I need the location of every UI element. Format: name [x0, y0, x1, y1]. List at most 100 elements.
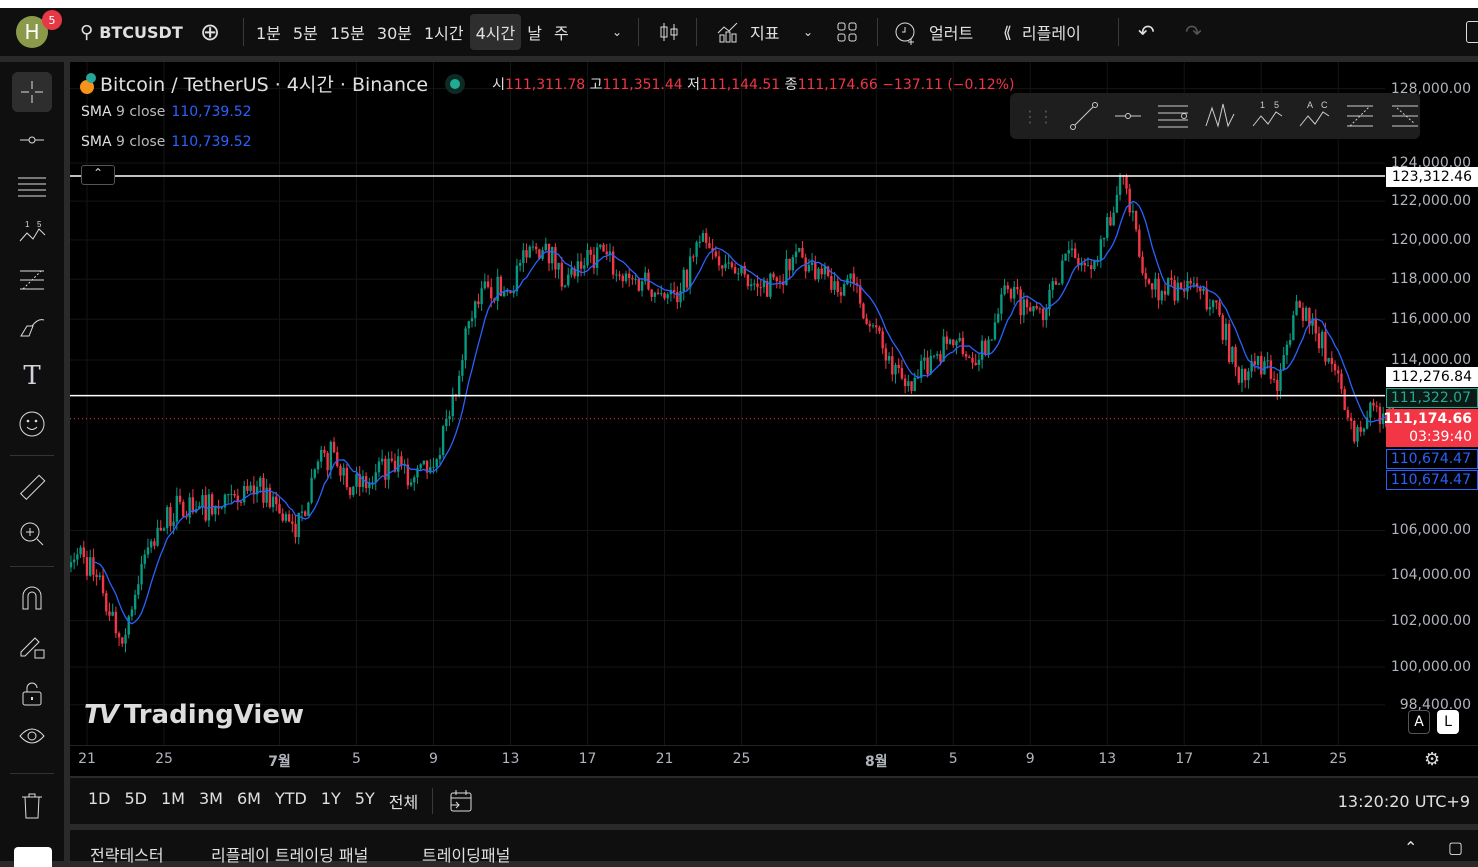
trash-icon[interactable]	[12, 786, 52, 826]
candlestick-chart[interactable]	[66, 62, 1478, 776]
parallel-lines-icon[interactable]	[12, 166, 52, 206]
alert-button[interactable]: 얼러트	[893, 8, 973, 56]
tab-strategy-tester[interactable]: 전략테스터	[90, 842, 164, 866]
range-button-2[interactable]: 1M	[161, 789, 185, 813]
timeframe-6[interactable]: 날	[521, 14, 548, 50]
ruler-icon[interactable]	[12, 468, 52, 508]
undo-icon[interactable]: ↶	[1138, 8, 1155, 56]
range-button-1[interactable]: 5D	[125, 789, 148, 813]
time-tick: 13	[501, 751, 520, 767]
time-tick: 9	[429, 751, 438, 767]
lock-pencil-icon[interactable]	[12, 626, 52, 666]
candle-body	[624, 273, 628, 282]
replay-button[interactable]: ⟪ 리플레이	[1003, 8, 1081, 56]
emoji-icon[interactable]	[12, 404, 52, 444]
brush-icon[interactable]	[12, 308, 52, 348]
candle-body	[996, 313, 1000, 323]
candle-body	[377, 461, 381, 473]
candle-body	[579, 261, 583, 269]
text-tool-icon[interactable]: T	[12, 356, 52, 396]
indicators-button[interactable]: 지표	[716, 8, 779, 56]
pattern-icon[interactable]	[1203, 100, 1236, 132]
range-button-5[interactable]: YTD	[275, 789, 307, 813]
maximize-panel-icon[interactable]: ▢	[1448, 838, 1463, 857]
timeframe-2[interactable]: 15분	[324, 14, 371, 50]
candle-body	[807, 264, 811, 272]
layout-grid-icon[interactable]	[836, 8, 858, 56]
range-button-4[interactable]: 6M	[237, 789, 261, 813]
range-button-3[interactable]: 3M	[199, 789, 223, 813]
range-button-8[interactable]: 전체	[389, 789, 418, 813]
symbol-title[interactable]: Bitcoin / TetherUS · 4시간 · Binance	[100, 70, 428, 97]
range-button-7[interactable]: 5Y	[355, 789, 375, 813]
timeframe-3[interactable]: 30분	[371, 14, 418, 50]
candle-style-icon[interactable]	[658, 8, 680, 56]
tab-trading-panel[interactable]: 트레이딩패널	[422, 842, 510, 866]
range-button-0[interactable]: 1D	[88, 789, 111, 813]
time-tick: 17	[1175, 751, 1194, 767]
candle-body	[660, 293, 663, 295]
candle-body	[1160, 291, 1163, 301]
unlock-icon[interactable]	[12, 674, 52, 714]
sma-line[interactable]	[93, 200, 1394, 625]
crosshair-icon[interactable]	[12, 72, 52, 112]
candle-body	[1061, 260, 1064, 284]
fib-retracement-icon[interactable]	[1344, 100, 1375, 132]
eye-icon[interactable]	[12, 718, 52, 758]
redo-icon[interactable]: ↷	[1185, 8, 1202, 56]
log-scale-button[interactable]: L	[1437, 710, 1459, 734]
zoom-in-icon[interactable]	[12, 514, 52, 554]
timeframe-7[interactable]: 주	[548, 14, 575, 50]
candle-body	[518, 263, 522, 266]
time-tick: 17	[578, 751, 597, 767]
timeframe-5[interactable]: 4시간	[469, 14, 522, 50]
candle-body	[117, 633, 121, 638]
top-toolbar: H 5 ⚲ BTCUSDT ⊕ 1분 5분 15분 30분 1시간 4시간 날 주 ⌄ 지표 …	[0, 8, 1478, 56]
chart-settings-gear-icon[interactable]: ⚙	[1424, 749, 1440, 770]
horizontal-ray-icon[interactable]	[1113, 100, 1142, 132]
candle-body	[640, 281, 644, 291]
timeframe-1[interactable]: 5분	[287, 14, 324, 50]
candle-body	[352, 486, 355, 496]
xabcd-icon[interactable]: 15	[1250, 100, 1283, 132]
parallel-channel-icon[interactable]	[1156, 100, 1189, 132]
magnet-icon[interactable]	[12, 578, 52, 618]
trend-line-icon[interactable]	[1068, 100, 1099, 132]
symbol-search-button[interactable]: ⚲ BTCUSDT	[80, 8, 183, 56]
fullscreen-icon[interactable]	[1466, 8, 1478, 56]
drag-handle-icon[interactable]: ⋮⋮	[1022, 107, 1054, 126]
time-axis[interactable]: 21 25 7월 5 9 13 17 21 25 8월 5 9 13 17 21 25	[70, 745, 1478, 775]
timeframe-4[interactable]: 1시간	[418, 14, 470, 50]
candle-body	[243, 485, 246, 503]
range-button-6[interactable]: 1Y	[321, 789, 341, 813]
candle-body	[98, 575, 102, 578]
collapse-toolbar-button[interactable]	[14, 847, 52, 867]
candle-body	[307, 502, 310, 516]
tab-replay-trading-panel[interactable]: 리플레이 트레이딩 패널	[211, 842, 368, 866]
compare-add-icon[interactable]: ⊕	[200, 8, 220, 56]
go-to-date-calendar-icon[interactable]	[449, 789, 473, 813]
timeframe-dropdown-chevron-icon[interactable]: ⌄	[612, 8, 622, 56]
auto-scale-button[interactable]: A	[1408, 710, 1430, 734]
collapse-panel-chevron-icon[interactable]: ⌃	[1404, 838, 1417, 857]
candle-body	[849, 273, 852, 279]
abcd-icon[interactable]: AC	[1297, 100, 1330, 132]
candle-body	[714, 251, 718, 257]
clock-timezone[interactable]: 13:20:20 UTC+9	[1338, 792, 1470, 811]
candle-body	[682, 269, 685, 292]
horizontal-ray-icon[interactable]	[12, 120, 52, 160]
candle-body	[672, 289, 676, 293]
candle-body	[246, 485, 249, 491]
chart-pane[interactable]	[66, 62, 1478, 776]
candle-body	[628, 273, 631, 278]
xabcd-pattern-icon[interactable]: 15	[12, 212, 52, 252]
candle-body	[544, 243, 547, 251]
candle-body	[316, 461, 320, 470]
timeframe-0[interactable]: 1분	[250, 14, 287, 50]
price-scale[interactable]: 98,400.00 100,000.00 102,000.00 104,000.00 1…	[1383, 62, 1478, 746]
fib-retracement-icon[interactable]	[12, 260, 52, 300]
sma-legend-1[interactable]: SMA 9 close 110,739.52	[81, 104, 252, 120]
collapse-legend-chevron-icon[interactable]: ⌃	[81, 165, 115, 185]
sma-legend-2[interactable]: SMA 9 close 110,739.52	[81, 134, 252, 150]
indicators-dropdown-chevron-icon[interactable]: ⌄	[803, 8, 813, 56]
